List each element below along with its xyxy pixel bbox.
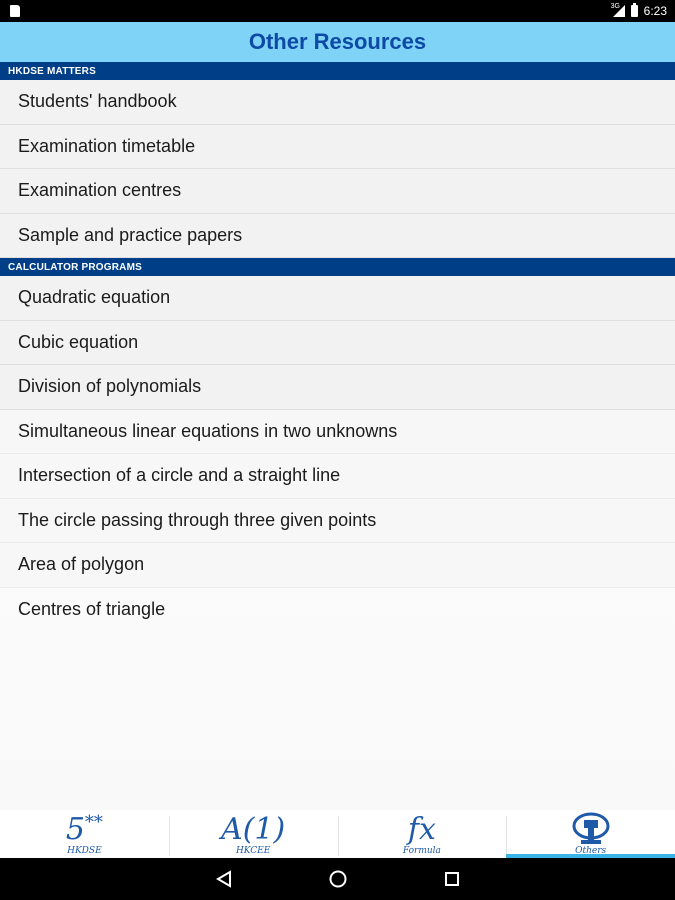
status-time: 6:23	[643, 4, 667, 18]
calculator-programs-list: Quadratic equation Cubic equation Divisi…	[0, 276, 675, 632]
tab-hkcee[interactable]: A(1) HKCEE	[168, 810, 338, 858]
section-header-calculator-programs: CALCULATOR PROGRAMS	[0, 258, 675, 276]
app-header: Other Resources	[0, 22, 675, 62]
back-icon[interactable]	[212, 867, 236, 891]
formula-icon: fx	[407, 812, 436, 847]
signal-icon: 3G	[610, 3, 625, 17]
system-nav-bar	[0, 858, 675, 900]
tab-label-others: Others	[575, 846, 607, 856]
hkdse-icon: 5**	[65, 812, 103, 847]
hkcee-icon: A(1)	[221, 812, 286, 847]
list-item-centres-of-triangle[interactable]: Centres of triangle	[0, 588, 675, 633]
tab-hkdse[interactable]: 5** HKDSE	[0, 810, 169, 858]
list-item-quadratic-equation[interactable]: Quadratic equation	[0, 276, 675, 321]
network-type: 3G	[610, 3, 620, 10]
battery-icon	[630, 3, 638, 17]
tab-label-formula: Formula	[402, 846, 441, 856]
list-item-cubic-equation[interactable]: Cubic equation	[0, 320, 675, 365]
status-bar: 3G 6:23	[0, 0, 675, 22]
tab-others[interactable]: Others	[506, 810, 675, 858]
list-item-circle-line-intersection[interactable]: Intersection of a circle and a straight …	[0, 454, 675, 499]
tab-formula[interactable]: fx Formula	[337, 810, 507, 858]
list-item-examination-timetable[interactable]: Examination timetable	[0, 124, 675, 169]
tools-icon	[572, 812, 610, 844]
list-item-examination-centres[interactable]: Examination centres	[0, 169, 675, 214]
tab-label-hkcee: HKCEE	[235, 846, 271, 856]
sd-card-icon	[10, 5, 20, 17]
bottom-tab-bar: 5** HKDSE A(1) HKCEE fx Formula Others	[0, 810, 675, 858]
list-item-area-of-polygon[interactable]: Area of polygon	[0, 543, 675, 588]
recents-icon[interactable]	[440, 867, 464, 891]
home-icon[interactable]	[326, 867, 350, 891]
list-item-circle-three-points[interactable]: The circle passing through three given p…	[0, 498, 675, 543]
list-item-division-of-polynomials[interactable]: Division of polynomials	[0, 365, 675, 410]
tab-label-hkdse: HKDSE	[67, 846, 102, 856]
list-item-students-handbook[interactable]: Students' handbook	[0, 80, 675, 125]
section-header-hkdse-matters: HKDSE MATTERS	[0, 62, 675, 80]
list-item-sample-practice-papers[interactable]: Sample and practice papers	[0, 213, 675, 258]
page-title: Other Resources	[248, 29, 427, 54]
resources-list: HKDSE MATTERS Students' handbook Examina…	[0, 62, 675, 810]
list-item-simultaneous-linear-equations[interactable]: Simultaneous linear equations in two unk…	[0, 409, 675, 454]
hkdse-matters-list: Students' handbook Examination timetable…	[0, 80, 675, 258]
